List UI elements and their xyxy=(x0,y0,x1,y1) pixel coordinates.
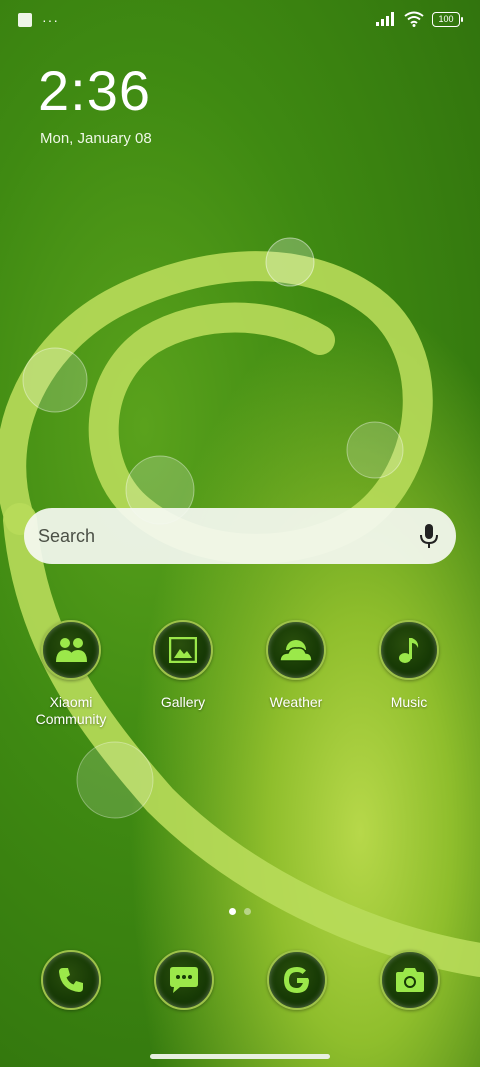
microphone-icon[interactable] xyxy=(418,522,440,550)
app-weather[interactable]: Weather xyxy=(248,620,344,711)
wifi-icon xyxy=(404,11,424,27)
page-indicator xyxy=(0,908,480,915)
search-bar[interactable]: Search xyxy=(24,508,456,564)
app-label: Xiaomi Community xyxy=(35,694,107,727)
app-label: Music xyxy=(390,694,428,710)
music-note-icon xyxy=(379,620,439,680)
signal-icon xyxy=(376,12,394,26)
camera-icon[interactable] xyxy=(380,950,440,1010)
search-placeholder: Search xyxy=(38,526,96,546)
community-icon xyxy=(41,620,101,680)
app-gallery[interactable]: Gallery xyxy=(135,620,231,711)
app-label: Weather xyxy=(269,694,323,710)
messages-icon[interactable] xyxy=(154,950,214,1010)
overflow-dots-icon: ··· xyxy=(42,12,59,28)
gallery-icon xyxy=(153,620,213,680)
app-music[interactable]: Music xyxy=(361,620,457,711)
notification-square-icon xyxy=(18,13,32,27)
weather-icon xyxy=(266,620,326,680)
status-bar: ··· 100 xyxy=(0,0,480,40)
page-dot-active[interactable] xyxy=(229,908,236,915)
phone-icon[interactable] xyxy=(41,950,101,1010)
app-xiaomi-community[interactable]: Xiaomi Community xyxy=(23,620,119,728)
battery-icon: 100 xyxy=(432,11,463,27)
clock-date[interactable]: Mon, January 08 xyxy=(40,130,152,147)
page-dot[interactable] xyxy=(244,908,251,915)
dock xyxy=(0,950,480,1014)
clock-time[interactable]: 2:36 xyxy=(38,58,151,123)
google-icon[interactable] xyxy=(267,950,327,1010)
app-label: Gallery xyxy=(160,694,206,710)
home-indicator[interactable] xyxy=(150,1054,330,1059)
